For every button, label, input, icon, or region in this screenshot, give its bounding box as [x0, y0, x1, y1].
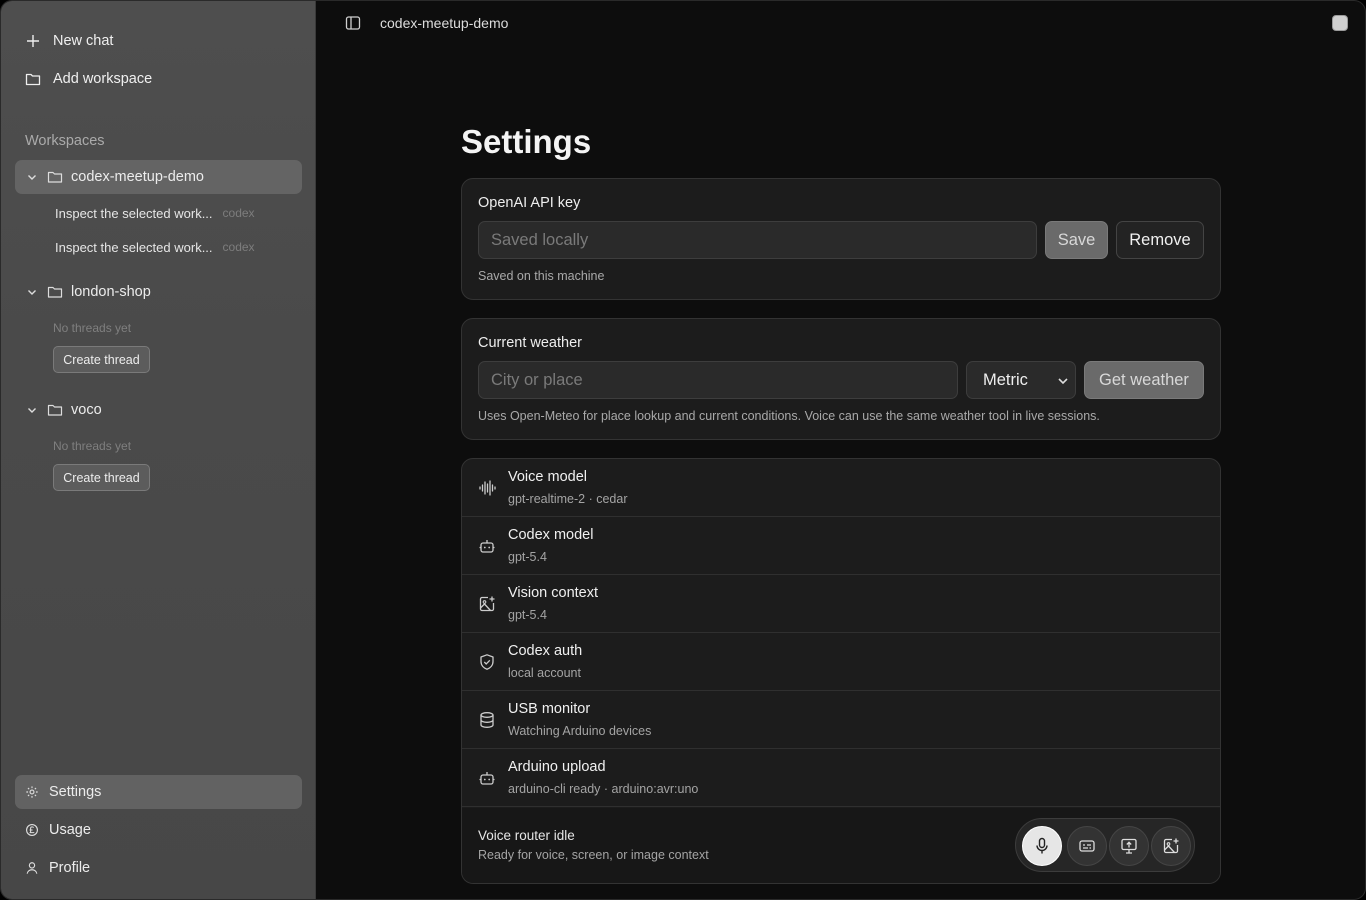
- list-item-usb-monitor[interactable]: USB monitor Watching Arduino devices: [462, 691, 1220, 749]
- router-status-subtitle: Ready for voice, screen, or image contex…: [478, 848, 709, 862]
- list-item-subtitle: Watching Arduino devices: [508, 724, 652, 738]
- list-item-subtitle: gpt-5.4: [508, 550, 547, 564]
- voice-router-bar: Voice router idle Ready for voice, scree…: [462, 808, 1220, 883]
- sidebar: New chat Add workspace Workspaces codex-…: [1, 1, 316, 899]
- workspace-london-shop[interactable]: london-shop: [15, 275, 302, 309]
- add-image-button[interactable]: [1151, 826, 1191, 866]
- captions-icon: [1079, 840, 1095, 852]
- list-item-arduino-upload[interactable]: Arduino upload arduino-cli ready · ardui…: [462, 749, 1220, 807]
- gear-icon: [26, 786, 38, 798]
- workspace-name: london-shop: [71, 284, 151, 300]
- sidebar-item-settings[interactable]: Settings: [15, 775, 302, 809]
- folder-icon: [47, 171, 63, 183]
- weather-card: Current weather Metric Get weather Uses …: [461, 318, 1221, 440]
- database-icon: [480, 712, 494, 728]
- pound-coin-icon: [26, 824, 38, 836]
- create-thread-button[interactable]: Create thread: [53, 464, 150, 491]
- thread-item[interactable]: Inspect the selected work... codex: [55, 200, 295, 226]
- add-workspace-label: Add workspace: [53, 71, 153, 87]
- list-item-title: Codex auth: [508, 643, 583, 659]
- chevron-down-icon: [1058, 378, 1068, 385]
- chevron-down-icon: [28, 290, 36, 295]
- unit-select-value: Metric: [983, 370, 1028, 389]
- api-key-input[interactable]: [478, 221, 1037, 259]
- robot-icon: [479, 772, 495, 785]
- router-status-title: Voice router idle: [478, 828, 575, 843]
- list-item-title: Vision context: [508, 585, 599, 601]
- api-key-note: Saved on this machine: [478, 269, 605, 283]
- weather-label: Current weather: [478, 335, 582, 351]
- folder-icon: [25, 73, 41, 86]
- sidebar-toggle-icon[interactable]: [345, 15, 361, 31]
- status-list-card: Voice model gpt-realtime-2 · cedar Codex…: [461, 458, 1221, 884]
- thread-tag: codex: [222, 206, 255, 220]
- robot-icon: [479, 540, 495, 553]
- avatar[interactable]: [1332, 15, 1348, 31]
- settings-label: Settings: [49, 784, 102, 800]
- thread-title: Inspect the selected work...: [55, 205, 213, 221]
- workspace-name: voco: [71, 402, 102, 418]
- folder-icon: [47, 404, 63, 416]
- list-item-subtitle: local account: [508, 666, 581, 680]
- remove-button[interactable]: Remove: [1116, 221, 1204, 259]
- microphone-icon: [1036, 837, 1048, 854]
- api-key-label: OpenAI API key: [478, 195, 581, 211]
- unit-select[interactable]: Metric: [966, 361, 1076, 399]
- waveform-icon: [479, 480, 496, 496]
- list-item-title: USB monitor: [508, 701, 591, 717]
- microphone-button[interactable]: [1022, 826, 1062, 866]
- add-workspace-button[interactable]: Add workspace: [15, 63, 302, 95]
- list-item-vision-context[interactable]: Vision context gpt-5.4: [462, 575, 1220, 633]
- plus-icon: [27, 35, 39, 47]
- list-item-codex-model[interactable]: Codex model gpt-5.4: [462, 517, 1220, 575]
- list-item-subtitle: gpt-5.4: [508, 608, 547, 622]
- shield-check-icon: [480, 654, 494, 670]
- app-window: New chat Add workspace Workspaces codex-…: [0, 0, 1366, 900]
- chevron-down-icon: [28, 175, 36, 180]
- new-chat-button[interactable]: New chat: [15, 25, 302, 57]
- weather-note: Uses Open-Meteo for place lookup and cur…: [478, 409, 1100, 423]
- list-item-voice-model[interactable]: Voice model gpt-realtime-2 · cedar: [462, 459, 1220, 517]
- empty-threads-note: No threads yet: [53, 321, 132, 335]
- voice-controls: [1015, 818, 1195, 872]
- list-item-title: Codex model: [508, 527, 594, 543]
- workspace-name: codex-meetup-demo: [71, 169, 204, 185]
- list-item-title: Arduino upload: [508, 759, 606, 775]
- save-button[interactable]: Save: [1045, 221, 1108, 259]
- thread-title: Inspect the selected work...: [55, 239, 213, 255]
- screen-share-button[interactable]: [1109, 826, 1149, 866]
- create-thread-button[interactable]: Create thread: [53, 346, 150, 373]
- workspace-codex-meetup-demo[interactable]: codex-meetup-demo: [15, 160, 302, 194]
- usage-label: Usage: [49, 822, 91, 838]
- list-item-subtitle: gpt-realtime-2 · cedar: [508, 492, 628, 506]
- list-item-codex-auth[interactable]: Codex auth local account: [462, 633, 1220, 691]
- city-input[interactable]: [478, 361, 958, 399]
- user-icon: [26, 862, 38, 874]
- get-weather-button[interactable]: Get weather: [1084, 361, 1204, 399]
- screen-share-icon: [1121, 838, 1137, 854]
- thread-item[interactable]: Inspect the selected work... codex: [55, 234, 295, 260]
- sidebar-item-usage[interactable]: Usage: [15, 813, 302, 847]
- sidebar-item-profile[interactable]: Profile: [15, 851, 302, 885]
- new-chat-label: New chat: [53, 33, 114, 49]
- list-item-title: Voice model: [508, 469, 587, 485]
- image-plus-icon: [1163, 838, 1179, 854]
- api-key-card: OpenAI API key Save Remove Saved on this…: [461, 178, 1221, 300]
- workspace-voco[interactable]: voco: [15, 393, 302, 427]
- folder-icon: [47, 286, 63, 298]
- workspaces-heading: Workspaces: [25, 133, 105, 149]
- thread-tag: codex: [222, 240, 255, 254]
- chevron-down-icon: [28, 408, 36, 413]
- list-item-subtitle: arduino-cli ready · arduino:avr:uno: [508, 782, 699, 796]
- profile-label: Profile: [49, 860, 91, 876]
- page-title: Settings: [461, 123, 592, 160]
- empty-threads-note: No threads yet: [53, 439, 132, 453]
- image-plus-icon: [479, 596, 495, 612]
- captions-button[interactable]: [1067, 826, 1107, 866]
- topbar-title: codex-meetup-demo: [380, 15, 509, 31]
